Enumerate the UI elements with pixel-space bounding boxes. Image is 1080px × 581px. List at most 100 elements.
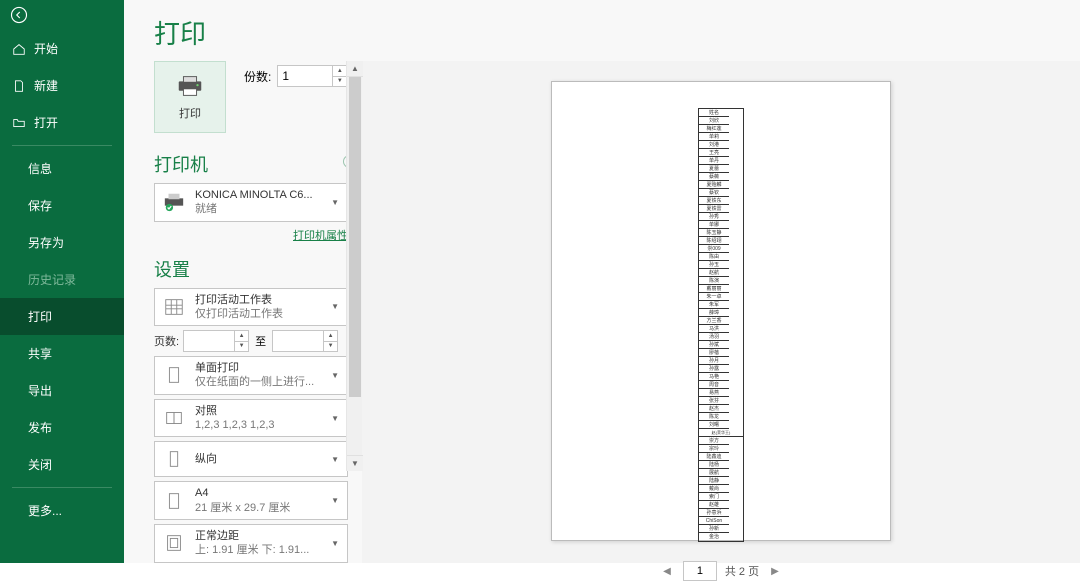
next-page-button[interactable]: ▶ xyxy=(767,564,783,579)
sidebar-item-info[interactable]: 信息 xyxy=(0,150,124,187)
page-preview: 姓名刘欣梅红莲单莉刘港王亮单丹夏蕾蔡薇夏贻麟蔡钦夏铁东夏铁雷孙秀单娜陈玉静陈绍翊… xyxy=(551,81,891,541)
copies-row: 份数: ▲ ▼ xyxy=(244,65,347,87)
page-title: 打印 xyxy=(124,0,1080,61)
sidebar-item-publish[interactable]: 发布 xyxy=(0,409,124,446)
printer-status-icon xyxy=(163,191,185,213)
folder-open-icon xyxy=(12,116,26,130)
spinner-up-icon[interactable]: ▲ xyxy=(235,331,248,342)
back-arrow-icon xyxy=(10,6,28,24)
chevron-down-icon: ▼ xyxy=(327,496,343,505)
page-to-input[interactable] xyxy=(272,330,324,352)
prev-page-button[interactable]: ◀ xyxy=(659,564,675,579)
preview-cell: 夏贻麟 xyxy=(699,181,729,189)
separator xyxy=(12,487,112,488)
preview-cell: 赵雄 xyxy=(699,501,729,509)
preview-cell: 戴尚 xyxy=(699,485,729,493)
preview-cell: 朱一卓 xyxy=(699,293,729,301)
scroll-up-icon[interactable]: ▲ xyxy=(347,61,363,77)
print-scope-select[interactable]: 打印活动工作表 仅打印活动工作表 ▼ xyxy=(154,288,348,327)
sidebar-label: 开始 xyxy=(34,40,58,57)
preview-cell: 宗玲 xyxy=(699,445,729,453)
worksheet-icon xyxy=(163,296,185,318)
page-total: 共 2 页 xyxy=(725,563,759,579)
preview-cell: 金治 xyxy=(699,533,729,541)
settings-section-title: 设置 xyxy=(154,256,354,282)
scrollbar-track[interactable]: ▲ ▼ xyxy=(346,61,362,471)
preview-cell: 马洪 xyxy=(699,325,729,333)
preview-cell: 姓名 xyxy=(699,109,729,117)
preview-cell: 孙玉 xyxy=(699,261,729,269)
sidebar-item-more[interactable]: 更多... xyxy=(0,492,124,529)
page-number-input[interactable] xyxy=(683,561,717,581)
preview-cell: 易燕 xyxy=(699,389,729,397)
preview-cell: 陈绍翊 xyxy=(699,237,729,245)
spinner-down-icon[interactable]: ▼ xyxy=(235,342,248,352)
sidebar-label: 共享 xyxy=(28,345,52,362)
scroll-down-icon[interactable]: ▼ xyxy=(347,455,363,471)
preview-cell: 崇009 xyxy=(699,245,729,253)
page-range-row: 页数: ▲▼ 至 ▲▼ xyxy=(154,330,348,352)
preview-cell: 张芬 xyxy=(699,397,729,405)
preview-cell: 廖蓓 xyxy=(699,349,729,357)
printer-select[interactable]: KONICA MINOLTA C6... 就绪 ▼ xyxy=(154,183,348,222)
sidebar-item-home[interactable]: 开始 xyxy=(0,30,124,67)
preview-cell: 蔡薇 xyxy=(699,173,729,181)
sidebar-item-saveas[interactable]: 另存为 xyxy=(0,224,124,261)
preview-cell: 刘欣 xyxy=(699,117,729,125)
page-from-input[interactable] xyxy=(183,330,235,352)
orientation-select[interactable]: 纵向 ▼ xyxy=(154,441,348,477)
preview-cell: 夏铁雷 xyxy=(699,205,729,213)
paper-icon xyxy=(163,490,185,512)
copies-label: 份数: xyxy=(244,68,271,85)
sidebar-label: 发布 xyxy=(28,419,52,436)
sidebar-item-export[interactable]: 导出 xyxy=(0,372,124,409)
preview-cell: 孙新 xyxy=(699,525,729,533)
sidebar-label: 关闭 xyxy=(28,456,52,473)
spinner-up-icon[interactable]: ▲ xyxy=(324,331,337,342)
preview-cell: 赵(茉华王) xyxy=(699,429,743,437)
print-button[interactable]: 打印 xyxy=(154,61,226,133)
spinner-down-icon[interactable]: ▼ xyxy=(324,342,337,352)
sidebar-label: 导出 xyxy=(28,382,52,399)
margins-select[interactable]: 正常边距 上: 1.91 厘米 下: 1.91... ▼ xyxy=(154,524,348,563)
spinner-up-icon[interactable]: ▲ xyxy=(333,66,346,77)
scrollbar-thumb[interactable] xyxy=(349,77,361,397)
sidebar-item-print[interactable]: 打印 xyxy=(0,298,124,335)
preview-cell: 陆杨 xyxy=(699,461,729,469)
paper-size-select[interactable]: A4 21 厘米 x 29.7 厘米 ▼ xyxy=(154,481,348,520)
spinner-down-icon[interactable]: ▼ xyxy=(333,77,346,87)
sidebar-item-share[interactable]: 共享 xyxy=(0,335,124,372)
portrait-icon xyxy=(163,448,185,470)
page-to-spinner[interactable]: ▲▼ xyxy=(272,330,338,352)
sidebar-item-new[interactable]: 新建 xyxy=(0,67,124,104)
sidebar-item-history[interactable]: 历史记录 xyxy=(0,261,124,298)
printer-properties-link[interactable]: 打印机属性 xyxy=(293,230,348,242)
sidebar-label: 打开 xyxy=(34,114,58,131)
printer-icon xyxy=(175,73,205,99)
sidebar-item-close[interactable]: 关闭 xyxy=(0,446,124,483)
sidebar-label: 打印 xyxy=(28,308,52,325)
preview-cell: 戴丽丽 xyxy=(699,285,729,293)
page-from-spinner[interactable]: ▲▼ xyxy=(183,330,249,352)
sidebar-item-save[interactable]: 保存 xyxy=(0,187,124,224)
copies-input[interactable] xyxy=(277,65,333,87)
preview-cell: 汤羽 xyxy=(699,333,729,341)
preview-cell: 索门 xyxy=(699,493,729,501)
copies-spinner[interactable]: ▲ ▼ xyxy=(277,65,347,87)
preview-cell: 刘曙 xyxy=(699,421,729,429)
sidebar-label: 信息 xyxy=(28,160,52,177)
sidebar-label: 保存 xyxy=(28,197,52,214)
new-file-icon xyxy=(12,79,26,93)
sidebar-item-open[interactable]: 打开 xyxy=(0,104,124,141)
preview-cell: 孙露 xyxy=(699,365,729,373)
sidebar-label: 新建 xyxy=(34,77,58,94)
sidebar-label: 另存为 xyxy=(28,234,64,251)
collate-select[interactable]: 对照 1,2,3 1,2,3 1,2,3 ▼ xyxy=(154,399,348,438)
preview-cell: 单丹 xyxy=(699,157,729,165)
preview-cell: 梅红莲 xyxy=(699,125,729,133)
duplex-select[interactable]: 单面打印 仅在纸面的一侧上进行... ▼ xyxy=(154,356,348,395)
preview-canvas: 姓名刘欣梅红莲单莉刘港王亮单丹夏蕾蔡薇夏贻麟蔡钦夏铁东夏铁雷孙秀单娜陈玉静陈绍翊… xyxy=(362,61,1080,561)
back-button[interactable] xyxy=(0,0,124,30)
single-side-icon xyxy=(163,364,185,386)
chevron-down-icon: ▼ xyxy=(327,455,343,464)
